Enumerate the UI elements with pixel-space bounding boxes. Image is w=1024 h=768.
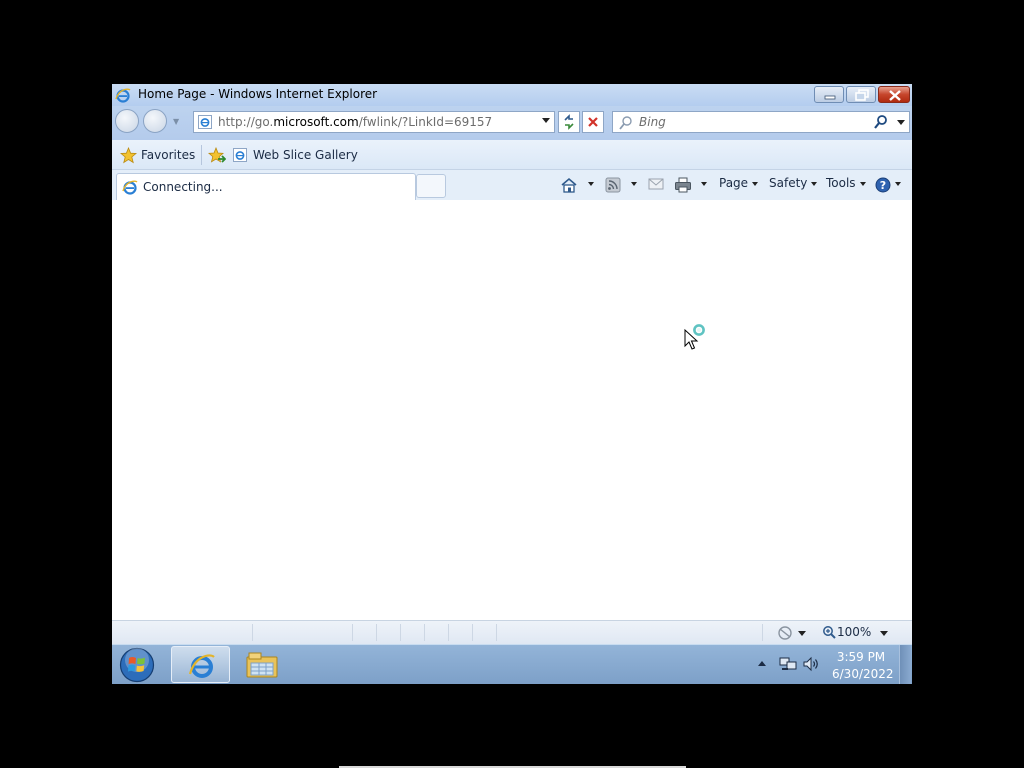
window-title: Home Page - Windows Internet Explorer — [138, 87, 378, 101]
network-icon[interactable] — [779, 656, 797, 672]
protected-mode-dropdown-icon[interactable] — [798, 631, 806, 636]
home-dropdown[interactable] — [584, 176, 594, 190]
loading-ie-icon — [122, 180, 138, 195]
page-menu[interactable]: Page — [719, 176, 759, 190]
clock-date[interactable]: 6/30/2022 — [832, 667, 894, 681]
forward-button[interactable] — [143, 109, 167, 133]
tab-label: Connecting... — [143, 180, 223, 194]
page-content-area[interactable] — [112, 200, 912, 620]
address-prefix: http://go. — [218, 115, 274, 129]
status-segment-divider — [762, 624, 763, 641]
title-bar[interactable]: Home Page - Windows Internet Explorer — [112, 84, 912, 106]
stop-button[interactable] — [582, 111, 604, 133]
close-icon — [889, 90, 901, 101]
safety-menu-label: Safety — [769, 176, 808, 190]
windows-explorer-taskbar-icon[interactable] — [245, 651, 279, 679]
page-menu-caret — [752, 181, 759, 186]
print-dropdown[interactable] — [697, 176, 707, 190]
back-button[interactable] — [115, 109, 139, 133]
status-bar: 100% — [112, 620, 912, 644]
status-segment-divider — [448, 624, 449, 641]
address-bar[interactable]: http://go.microsoft.com/fwlink/?LinkId=6… — [193, 111, 555, 133]
address-url[interactable]: http://go.microsoft.com/fwlink/?LinkId=6… — [218, 115, 492, 129]
feeds-dropdown-caret — [631, 181, 637, 186]
svg-text:?: ? — [880, 179, 886, 192]
zoom-level[interactable]: 100% — [837, 625, 871, 639]
bing-search-icon — [619, 116, 632, 130]
tab-and-command-bar: Connecting... Page Safety Tools ? — [112, 170, 912, 200]
zoom-icon[interactable] — [822, 625, 836, 639]
page-icon — [198, 115, 212, 129]
status-segment-divider — [376, 624, 377, 641]
minimize-icon — [824, 95, 836, 100]
feeds-dropdown[interactable] — [627, 176, 637, 190]
status-segment-divider — [424, 624, 425, 641]
tools-menu-caret — [859, 181, 866, 186]
new-tab-button[interactable] — [416, 174, 446, 198]
safety-menu-caret — [811, 181, 818, 186]
internet-explorer-taskbar-icon — [188, 654, 215, 678]
stop-icon — [588, 117, 598, 127]
status-segment-divider — [352, 624, 353, 641]
read-mail-icon[interactable] — [648, 177, 664, 191]
help-dropdown-caret — [895, 181, 901, 186]
safety-menu[interactable]: Safety — [769, 176, 818, 190]
feeds-icon[interactable] — [605, 177, 621, 193]
print-icon[interactable] — [674, 177, 692, 193]
favorites-star-icon — [120, 147, 137, 164]
start-button[interactable] — [119, 647, 155, 683]
status-segment-divider — [252, 624, 253, 641]
home-dropdown-caret — [588, 181, 594, 186]
favorites-bar: Favorites Web Slice Gallery — [112, 140, 912, 170]
zoom-dropdown-icon[interactable] — [880, 631, 888, 636]
favorites-separator — [201, 145, 202, 165]
home-icon[interactable] — [560, 177, 578, 194]
taskbar: 3:59 PM 6/30/2022 — [112, 644, 912, 684]
close-window-button[interactable] — [878, 86, 910, 103]
restore-button[interactable] — [846, 86, 876, 103]
help-icon[interactable]: ? — [875, 177, 891, 193]
search-options-dropdown-icon[interactable] — [897, 120, 905, 125]
tools-menu-label: Tools — [826, 176, 856, 190]
help-dropdown[interactable] — [891, 176, 901, 190]
taskbar-internet-explorer-button[interactable] — [171, 646, 230, 683]
status-segment-divider — [496, 624, 497, 641]
refresh-button[interactable] — [558, 111, 580, 133]
favorites-item-web-slice-gallery[interactable]: Web Slice Gallery — [253, 148, 358, 162]
address-dropdown-icon[interactable] — [542, 118, 550, 123]
tools-menu[interactable]: Tools — [826, 176, 866, 190]
status-segment-divider — [472, 624, 473, 641]
volume-icon[interactable] — [802, 656, 820, 672]
page-menu-label: Page — [719, 176, 749, 190]
status-segment-divider — [400, 624, 401, 641]
search-icon[interactable] — [873, 114, 889, 130]
show-desktop-button[interactable] — [899, 645, 911, 684]
refresh-icon — [564, 114, 574, 130]
protected-mode-icon[interactable] — [776, 625, 794, 641]
print-dropdown-caret — [701, 181, 707, 186]
search-placeholder: Bing — [639, 115, 666, 129]
address-path: /fwlink/?LinkId=69157 — [358, 115, 493, 129]
minimize-button[interactable] — [814, 86, 844, 103]
busy-cursor-icon — [684, 324, 705, 350]
internet-explorer-icon — [115, 88, 131, 103]
show-hidden-icons-button[interactable] — [758, 661, 766, 666]
search-box[interactable]: Bing — [612, 111, 910, 133]
recent-pages-dropdown-icon[interactable]: ▼ — [173, 117, 179, 126]
clock-time[interactable]: 3:59 PM — [832, 650, 890, 664]
add-to-favorites-bar-icon[interactable] — [208, 147, 226, 164]
restore-icon — [855, 89, 869, 101]
address-host: microsoft.com — [273, 115, 359, 129]
desktop-screen: Home Page - Windows Internet Explorer ▼ — [112, 84, 912, 684]
active-tab[interactable]: Connecting... — [116, 173, 416, 200]
web-slice-gallery-icon — [233, 148, 247, 162]
navigation-bar: ▼ http://go.microsoft.com/fwlink/?LinkId… — [112, 106, 912, 140]
favorites-button[interactable]: Favorites — [141, 148, 195, 162]
